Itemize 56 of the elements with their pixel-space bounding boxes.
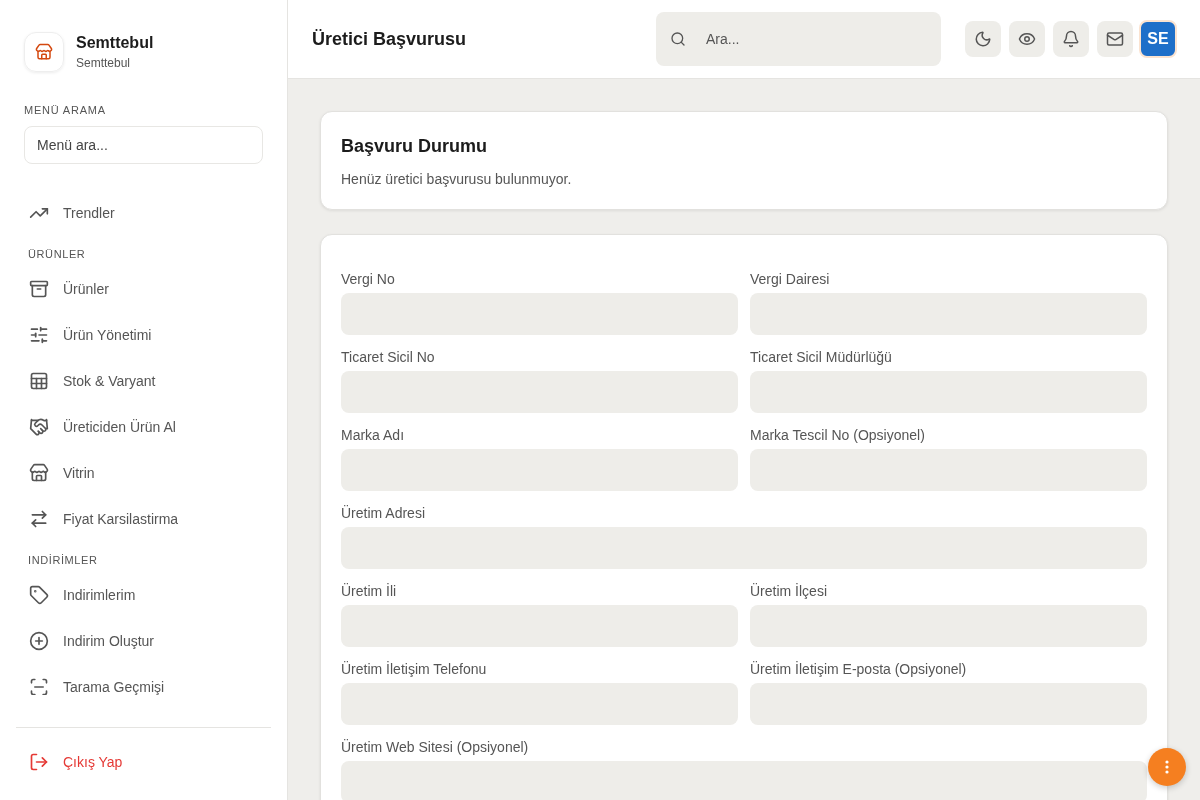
field-label: Üretim İletişim Telefonu	[341, 661, 488, 677]
avatar-button[interactable]: SE	[1139, 20, 1177, 58]
arrows-icon	[29, 509, 49, 529]
field-label: Üretim İletişim E-posta (Opsiyonel)	[750, 661, 968, 677]
sliders-icon	[29, 325, 49, 345]
plus-circle-icon	[29, 631, 49, 651]
field-label: Vergi Dairesi	[750, 271, 831, 287]
eye-icon	[1018, 30, 1036, 48]
nav-item[interactable]: Ürün Yönetimi	[0, 312, 287, 358]
status-text: Henüz üretici başvurusu bulunmuyor.	[341, 171, 573, 187]
input-field[interactable]	[341, 761, 1147, 800]
section-label: MENÜ ARAMA	[23, 103, 107, 118]
nav-item[interactable]: Indirimlerim	[0, 572, 287, 618]
field-label: Vergi No	[341, 271, 396, 287]
more-icon	[1165, 760, 1169, 774]
nav-item[interactable]: Vitrin	[0, 450, 287, 496]
field-label: Ticaret Sicil No	[341, 349, 436, 365]
archive-icon	[29, 279, 49, 299]
card-title: Başvuru Durumu	[341, 136, 489, 157]
scan-icon	[29, 677, 49, 695]
field-label: Marka Tescil No (Opsiyonel)	[750, 427, 926, 443]
preview-button[interactable]	[1009, 21, 1045, 57]
field-label: Üretim Adresi	[341, 505, 427, 521]
nav-item[interactable]: Indirim Oluştur	[0, 618, 287, 664]
theme-button[interactable]	[965, 21, 1001, 57]
nav-item[interactable]: Stok & Varyant	[0, 358, 287, 404]
nav-item[interactable]: Tarama Geçmişi	[0, 664, 287, 695]
field-label: Ticaret Sicil Müdürlüğü	[750, 349, 893, 365]
nav-item[interactable]: Üreticiden Ürün Al	[0, 404, 287, 450]
nav-item[interactable]: Trendler	[0, 190, 287, 236]
store-icon	[29, 463, 49, 483]
mail-icon	[1106, 30, 1124, 48]
search-field[interactable]: Ara...	[656, 12, 941, 66]
tag-icon	[29, 585, 49, 605]
logout-link[interactable]: Çıkış Yap	[16, 740, 271, 784]
page-title: Üretici Başvurusu	[312, 28, 468, 50]
table-icon	[29, 371, 49, 391]
nav-item[interactable]: Fiyat Karsilastirma	[0, 496, 287, 542]
moon-icon	[974, 30, 992, 48]
nav-item[interactable]: Ürünler	[0, 266, 287, 312]
brand-subtitle: Semttebul	[76, 56, 132, 70]
field-label: Marka Adı	[341, 427, 406, 443]
messages-button[interactable]	[1097, 21, 1133, 57]
section-label: INDİRİMLER	[27, 553, 99, 568]
section-label: ÜRÜNLER	[27, 247, 87, 262]
field-label: Üretim İli	[341, 583, 398, 599]
handshake-icon	[29, 417, 49, 437]
brand-name: Semttebul	[76, 34, 154, 52]
search-icon	[670, 31, 686, 47]
field-label: Üretim İlçesi	[750, 583, 828, 599]
logout-icon	[29, 752, 49, 772]
field-label: Üretim Web Sitesi (Opsiyonel)	[341, 739, 530, 755]
menu-search-field[interactable]: Menü ara...	[24, 126, 263, 164]
bell-icon	[1062, 30, 1080, 48]
notifications-button[interactable]	[1053, 21, 1089, 57]
logo-icon	[24, 32, 64, 72]
